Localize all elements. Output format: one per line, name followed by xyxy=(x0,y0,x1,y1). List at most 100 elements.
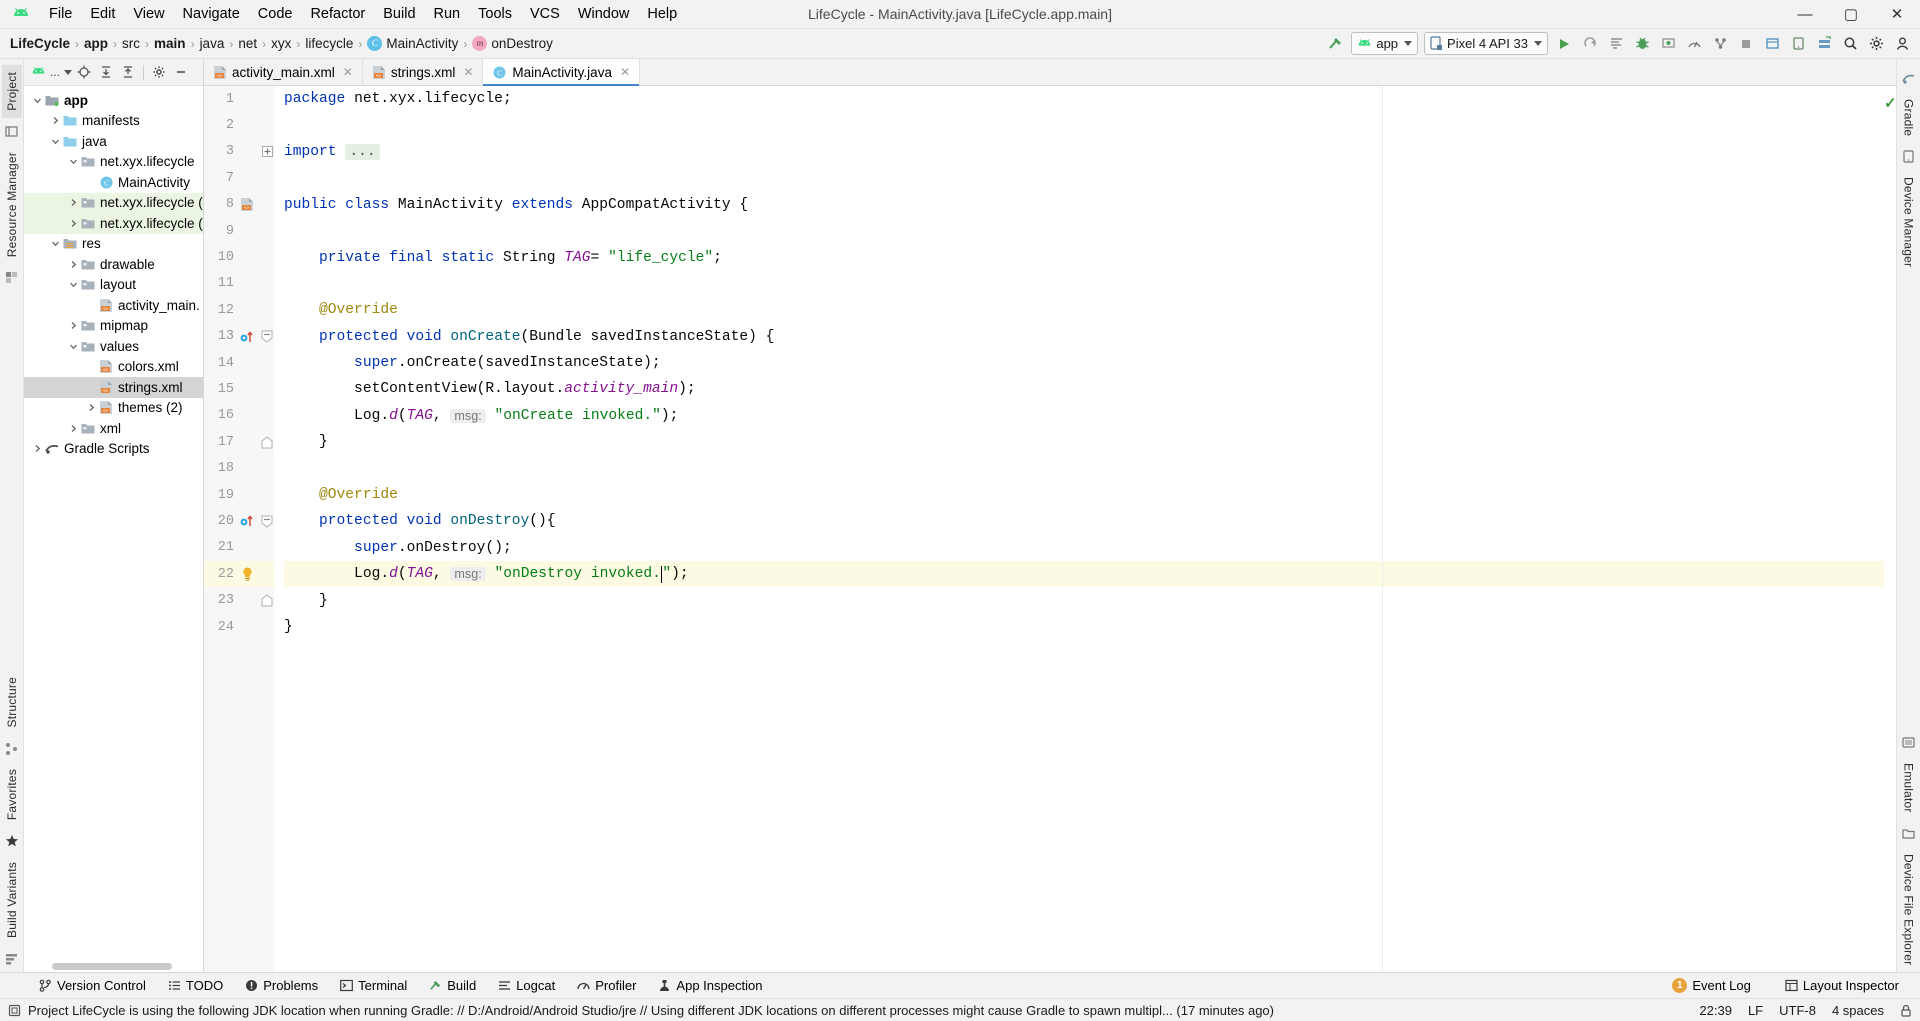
gutter-line[interactable]: 17 xyxy=(204,429,274,455)
tree-node-colors-xml[interactable]: <> colors.xml xyxy=(24,357,203,378)
tree-node-activity-main[interactable]: <> activity_main. xyxy=(24,295,203,316)
breadcrumb-item-mainactivity[interactable]: MainActivity xyxy=(386,36,458,51)
menu-build[interactable]: Build xyxy=(374,3,424,25)
code-line[interactable] xyxy=(284,271,1884,297)
locate-icon[interactable] xyxy=(74,62,94,82)
hammer-icon[interactable] xyxy=(1323,32,1347,56)
xml-file-icon[interactable]: <> xyxy=(238,197,256,212)
gear-icon[interactable] xyxy=(1864,32,1888,56)
breadcrumb-item-ondestroy[interactable]: onDestroy xyxy=(491,36,553,51)
code-line[interactable]: } xyxy=(284,429,1884,455)
editor-tab-strings-xml[interactable]: <> strings.xml ✕ xyxy=(362,59,484,85)
code-line[interactable]: package net.xyx.lifecycle; xyxy=(284,86,1884,112)
chevron-right-icon[interactable] xyxy=(84,403,98,412)
gutter-line[interactable]: 2 xyxy=(204,112,274,138)
chevron-down-icon[interactable] xyxy=(66,280,80,289)
chevron-down-icon[interactable] xyxy=(48,137,62,146)
gutter-line[interactable]: 10 xyxy=(204,244,274,270)
gutter-line[interactable]: 24 xyxy=(204,614,274,640)
line-separator-indicator[interactable]: LF xyxy=(1748,1003,1763,1018)
device-selector[interactable]: Pixel 4 API 33 xyxy=(1424,32,1548,55)
chevron-right-icon[interactable] xyxy=(66,219,80,228)
maximize-button[interactable]: ▢ xyxy=(1828,0,1874,29)
menu-run[interactable]: Run xyxy=(425,3,470,25)
tree-node-manifests[interactable]: manifests xyxy=(24,111,203,132)
rail-tab-build-variants[interactable]: Build Variants xyxy=(2,855,22,945)
encoding-indicator[interactable]: UTF-8 xyxy=(1779,1003,1816,1018)
gutter-line[interactable]: 8 <> xyxy=(204,192,274,218)
gutter-line[interactable]: 21 xyxy=(204,535,274,561)
layout-editor-icon[interactable] xyxy=(1760,32,1784,56)
chevron-right-icon[interactable] xyxy=(66,198,80,207)
tree-node-net-xyx-lifecycle[interactable]: net.xyx.lifecycle ( xyxy=(24,213,203,234)
gutter-line[interactable]: 22 xyxy=(204,561,274,588)
indent-indicator[interactable]: 4 spaces xyxy=(1832,1003,1884,1018)
tree-node-strings-xml[interactable]: <> strings.xml xyxy=(24,377,203,398)
account-icon[interactable] xyxy=(1890,32,1914,56)
hide-icon[interactable] xyxy=(171,62,191,82)
fold-toggle-icon[interactable] xyxy=(260,594,274,607)
code-line[interactable] xyxy=(284,165,1884,191)
code-editor[interactable]: 1 2 3 7 8 <> 9 10 11 12 13 14 15 16 17 18 19 20 21 22 23 24 p… xyxy=(204,86,1897,972)
run-configuration-selector[interactable]: app xyxy=(1351,32,1419,55)
rail-tab-structure[interactable]: Structure xyxy=(2,670,22,735)
code-line[interactable]: Log. d(TAG, msg: "onDestroy invoked. "); xyxy=(284,561,1884,588)
tree-node-net-xyx-lifecycle[interactable]: net.xyx.lifecycle ( xyxy=(24,192,203,213)
tree-node-mipmap[interactable]: mipmap xyxy=(24,316,203,337)
project-tree[interactable]: app manifests java net.xyx.lifecycle C MainAc… xyxy=(24,86,203,972)
code-line[interactable]: } xyxy=(284,614,1884,640)
sdk-manager-icon[interactable] xyxy=(1812,32,1836,56)
menu-refactor[interactable]: Refactor xyxy=(301,3,374,25)
chevron-right-icon[interactable] xyxy=(66,321,80,330)
tool-terminal[interactable]: Terminal xyxy=(329,975,418,996)
stop-icon[interactable] xyxy=(1734,32,1758,56)
tree-node-gradle-scripts[interactable]: Gradle Scripts xyxy=(24,439,203,460)
tool-todo[interactable]: TODO xyxy=(157,975,234,996)
event-log-button[interactable]: 1 Event Log xyxy=(1661,975,1762,996)
code-line[interactable] xyxy=(284,218,1884,244)
code-line[interactable]: } xyxy=(284,587,1884,613)
gutter-line[interactable]: 18 xyxy=(204,455,274,481)
editor-tab-mainactivity-java[interactable]: C MainActivity.java ✕ xyxy=(483,59,641,86)
rail-tab-favorites[interactable]: Favorites xyxy=(2,762,22,827)
attach-debugger-icon[interactable] xyxy=(1656,32,1680,56)
editor-tab-activity-main-xml[interactable]: <> activity_main.xml ✕ xyxy=(204,59,363,85)
gutter-line[interactable]: 3 xyxy=(204,139,274,165)
chevron-right-icon[interactable] xyxy=(30,444,44,453)
code-line[interactable]: protected void onDestroy(){ xyxy=(284,508,1884,534)
tree-node-values[interactable]: values xyxy=(24,336,203,357)
rail-tab-device-manager[interactable]: Device Manager xyxy=(1899,170,1919,274)
collapse-all-icon[interactable] xyxy=(118,62,138,82)
tree-node-drawable[interactable]: drawable xyxy=(24,254,203,275)
menu-tools[interactable]: Tools xyxy=(469,3,521,25)
rail-tab-emulator[interactable]: Emulator xyxy=(1899,756,1919,820)
tool-logcat[interactable]: Logcat xyxy=(487,975,566,996)
status-message[interactable]: Project LifeCycle is using the following… xyxy=(28,1003,1274,1018)
chevron-right-icon[interactable] xyxy=(48,116,62,125)
tree-node-app[interactable]: app xyxy=(24,90,203,111)
code-line[interactable]: super .onCreate(savedInstanceState); xyxy=(284,350,1884,376)
gutter-line[interactable]: 15 xyxy=(204,376,274,402)
breadcrumb-item-app[interactable]: app xyxy=(84,36,108,51)
menu-edit[interactable]: Edit xyxy=(81,3,124,25)
code-line[interactable]: super .onDestroy(); xyxy=(284,535,1884,561)
close-button[interactable]: ✕ xyxy=(1874,0,1920,29)
code-line[interactable]: protected void onCreate (Bundle savedInst… xyxy=(284,324,1884,350)
gear-icon[interactable] xyxy=(149,62,169,82)
menu-vcs[interactable]: VCS xyxy=(521,3,569,25)
tool-problems[interactable]: Problems xyxy=(234,975,329,996)
rail-tab-project[interactable]: Project xyxy=(1,65,22,118)
chevron-down-icon[interactable] xyxy=(66,157,80,166)
override-icon[interactable] xyxy=(238,513,256,529)
breadcrumb-item-net[interactable]: net xyxy=(238,36,257,51)
expand-all-icon[interactable] xyxy=(96,62,116,82)
debug-icon[interactable] xyxy=(1630,32,1654,56)
code-content[interactable]: package net.xyx.lifecycle; import ... publ… xyxy=(274,86,1884,972)
avd-manager-icon[interactable] xyxy=(1786,32,1810,56)
gutter-line[interactable]: 16 xyxy=(204,403,274,429)
fold-toggle-icon[interactable] xyxy=(260,515,274,528)
chevron-down-icon[interactable] xyxy=(64,69,73,75)
close-icon[interactable]: ✕ xyxy=(620,65,630,79)
menu-file[interactable]: File xyxy=(40,3,81,25)
rail-tab-device-file-explorer[interactable]: Device File Explorer xyxy=(1899,847,1919,972)
